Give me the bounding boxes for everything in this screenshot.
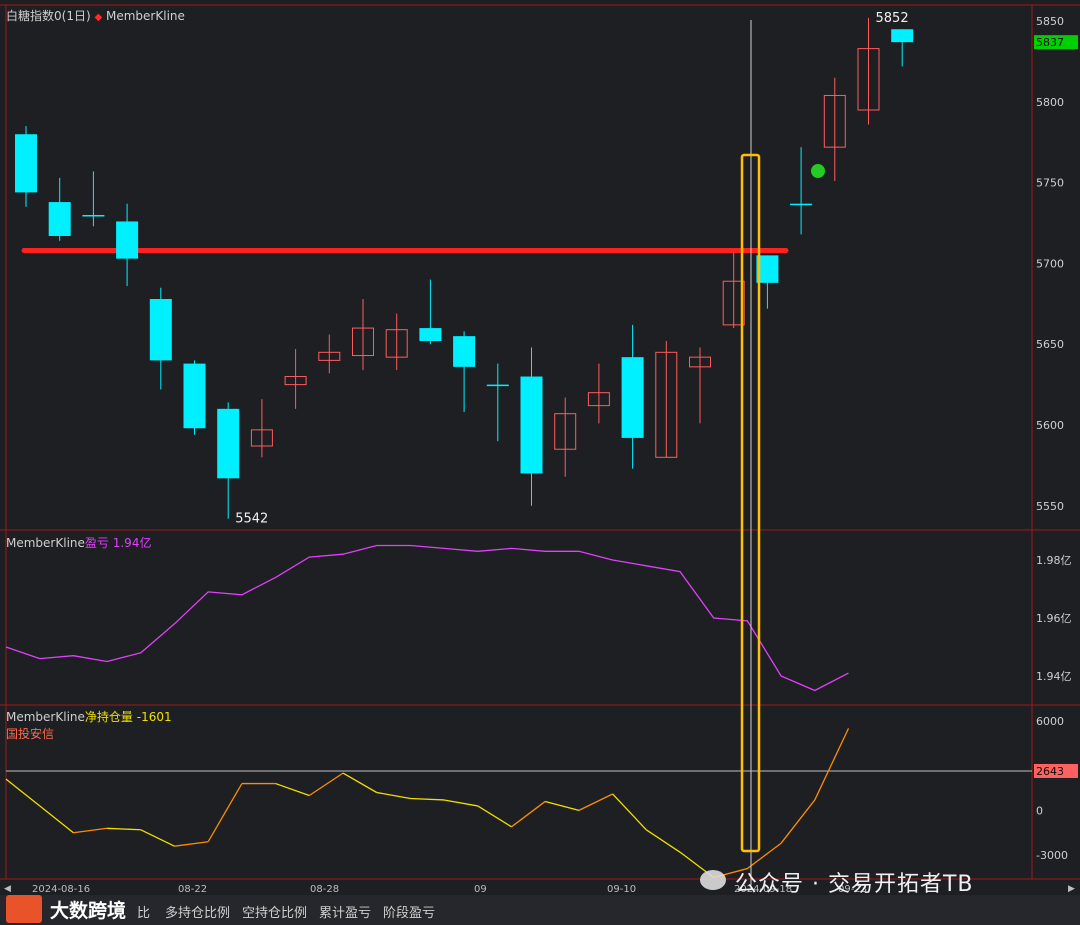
position-line-segment: [578, 793, 613, 811]
tab-ratio[interactable]: 比: [137, 902, 150, 921]
pnl-panel-title: MemberKline: [6, 536, 85, 550]
pnl-tick-label: 1.98亿: [1036, 554, 1072, 567]
candle-body: [183, 363, 206, 429]
candle-body: [48, 202, 71, 236]
candle-body: [790, 203, 813, 206]
position-line-segment: [780, 799, 816, 844]
wechat-icon: [700, 870, 726, 890]
candle-body: [621, 357, 644, 438]
price-tick-label: 5600: [1036, 419, 1064, 432]
candle-body: [486, 384, 509, 387]
brand-logo-icon: [6, 895, 42, 923]
position-line-segment: [39, 805, 74, 834]
position-line-segment: [814, 728, 850, 801]
wechat-watermark: 公众号 · 交易开拓者TB: [735, 872, 974, 897]
pnl-metric-label: 盈亏: [84, 536, 109, 550]
position-line-segment: [207, 783, 243, 843]
position-metric-value: -1601: [136, 710, 172, 724]
y-axis-labels: 5850 5800 5750 5700 5650 5600 5550 1.98亿 1.96亿 1.…: [1036, 15, 1072, 862]
candle-body: [82, 215, 105, 217]
candle-body: [149, 299, 172, 361]
market-chart[interactable]: 5850 5800 5750 5700 5650 5600 5550 1.98亿 1.96亿 1.…: [0, 0, 1080, 925]
high-price-label: 5852: [876, 11, 909, 26]
position-line-segment: [275, 782, 310, 797]
position-metric-label: 净持仓量: [84, 710, 133, 724]
candle-body: [520, 376, 543, 474]
position-line-segment: [73, 827, 108, 834]
position-line-segment: [511, 800, 546, 828]
pnl-line: [5, 544, 849, 692]
price-badges: 5837 2643: [1034, 35, 1078, 778]
tab-period-pnl[interactable]: 阶段盈亏: [383, 902, 435, 921]
smiley-icon: [811, 164, 825, 178]
position-line-segment: [747, 842, 782, 870]
current-price-badge-text: 5837: [1036, 36, 1064, 49]
candle-body: [116, 221, 139, 259]
x-tick-label: 08-22: [178, 884, 207, 895]
low-price-label: 5542: [235, 512, 268, 527]
price-tick-label: 5800: [1036, 96, 1064, 109]
position-line-segment: [612, 793, 647, 831]
scroll-right-icon: ▶: [1068, 884, 1075, 894]
x-tick-label: 08-28: [310, 884, 339, 895]
position-line-segment: [140, 829, 175, 847]
price-tick-label: 5650: [1036, 338, 1064, 351]
price-tick-label: 5550: [1036, 500, 1064, 513]
net-position-line-series: [5, 728, 1032, 879]
indicator-name: MemberKline: [106, 9, 185, 23]
pnl-line-series: [5, 544, 849, 692]
pnl-tick-label: 1.94亿: [1036, 670, 1072, 683]
brand-watermark: 大数跨境: [50, 900, 127, 922]
position-line-segment: [443, 799, 478, 807]
x-tick-label: 2024-08-16: [32, 884, 90, 895]
candle-body: [15, 134, 37, 193]
position-line-segment: [645, 829, 681, 853]
position-panel-title: MemberKline: [6, 710, 85, 724]
price-tick-label: 5700: [1036, 257, 1064, 270]
price-tick-label: 5750: [1036, 177, 1064, 190]
position-line-segment: [174, 841, 209, 847]
position-line-segment: [477, 805, 512, 828]
x-tick-label: 09: [474, 884, 487, 895]
position-line-segment: [342, 772, 378, 794]
candle-body: [217, 408, 240, 479]
candle-body: [453, 336, 476, 367]
position-badge-text: 2643: [1036, 765, 1064, 778]
candlestick-series: 5542 5852: [15, 11, 914, 527]
highlight-box: [740, 20, 761, 885]
tab-short-ratio[interactable]: 空持仓比例: [242, 902, 307, 921]
position-tick-label: -3000: [1036, 849, 1068, 862]
position-tick-label: 6000: [1036, 715, 1064, 728]
position-line-segment: [545, 800, 580, 812]
position-line-segment: [376, 791, 411, 800]
tab-long-ratio[interactable]: 多持仓比例: [165, 902, 230, 921]
x-tick-label: 09-10: [607, 884, 636, 895]
position-tick-label: 0: [1036, 804, 1043, 817]
pnl-tick-label: 1.96亿: [1036, 612, 1072, 625]
position-line-segment: [308, 772, 344, 797]
pnl-metric-value: 1.94亿: [112, 536, 152, 550]
candle-body: [419, 328, 442, 341]
tab-cumulative-pnl[interactable]: 累计盈亏: [319, 902, 371, 921]
candle-body: [891, 29, 914, 43]
position-line-segment: [107, 827, 141, 831]
position-line-segment: [410, 797, 445, 801]
bottom-tab-bar: [0, 895, 1080, 925]
position-line-segment: [5, 778, 41, 807]
member-name: 国投安信: [6, 727, 55, 741]
scroll-left-icon: ◀: [4, 884, 11, 894]
price-tick-label: 5850: [1036, 15, 1064, 28]
symbol-label: 白糖指数0(1日): [6, 9, 91, 23]
diamond-icon: ◆: [94, 12, 103, 23]
